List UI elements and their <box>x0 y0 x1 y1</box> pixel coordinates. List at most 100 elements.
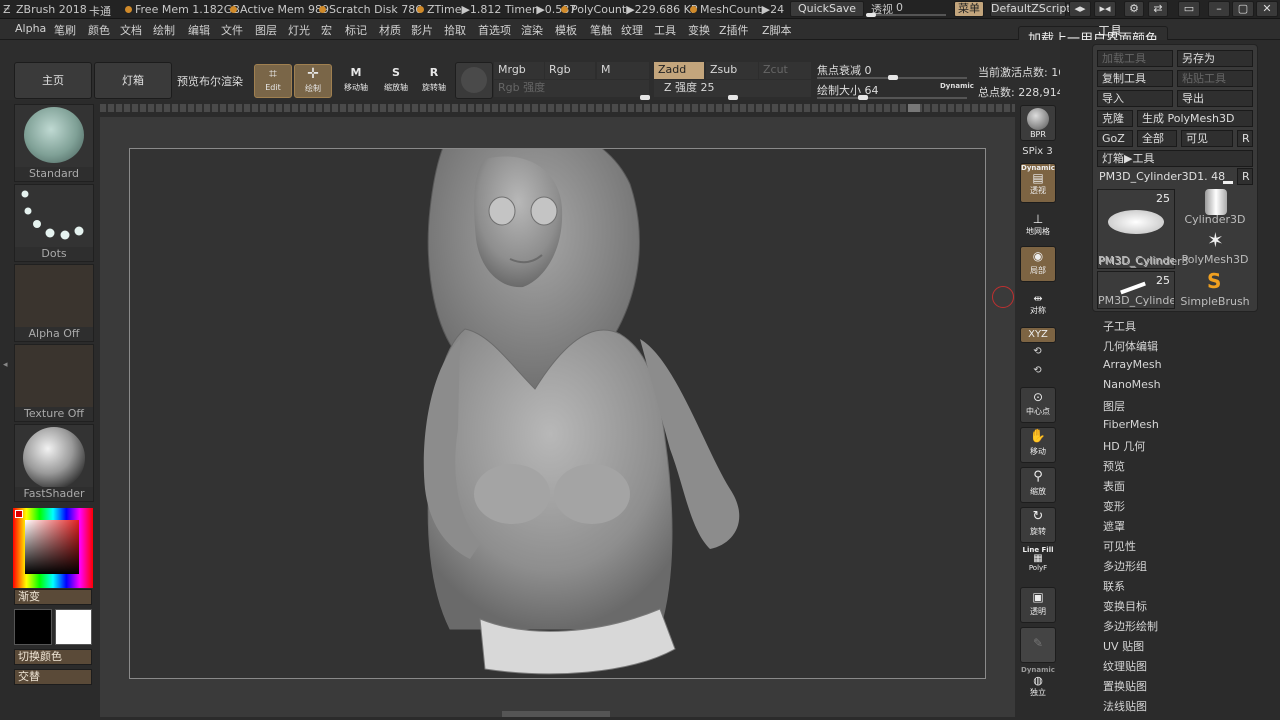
subpalette-item[interactable]: 变形 <box>1103 498 1125 514</box>
material-swatch[interactable] <box>455 62 493 99</box>
subpalette-item[interactable]: NanoMesh <box>1103 378 1161 391</box>
clone-button[interactable]: 克隆 <box>1097 110 1133 127</box>
subpalette-item[interactable]: 纹理贴图 <box>1103 658 1147 674</box>
goz-all-button[interactable]: 全部 <box>1137 130 1177 147</box>
subpalette-item[interactable]: 变换目标 <box>1103 598 1147 614</box>
menu-item[interactable]: 标记 <box>345 22 367 38</box>
subpalette-item[interactable]: HD 几何 <box>1103 438 1145 454</box>
floor-button[interactable]: ⊥ 地网格 <box>1020 212 1056 240</box>
subpalette-item[interactable]: 遮罩 <box>1103 518 1125 534</box>
menu-item[interactable]: 拾取 <box>444 22 466 38</box>
copy-tool-button[interactable]: 复制工具 <box>1097 70 1173 87</box>
draw-button[interactable]: ✛ 绘制 <box>294 64 332 98</box>
primary-color-swatch[interactable] <box>55 609 92 645</box>
color-square[interactable] <box>25 520 79 574</box>
brush-tile[interactable]: Standard <box>14 104 94 182</box>
alpha-tile[interactable]: Alpha Off <box>14 264 94 342</box>
subpalette-item[interactable]: 法线贴图 <box>1103 698 1147 714</box>
settings-icon[interactable]: ⚙ <box>1124 1 1144 17</box>
subpalette-item[interactable]: FiberMesh <box>1103 418 1159 431</box>
rotate-z-icon[interactable]: ⟲ <box>1015 365 1060 376</box>
save-as-button[interactable]: 另存为 <box>1177 50 1253 67</box>
menu-item[interactable]: 文件 <box>221 22 243 38</box>
import-button[interactable]: 导入 <box>1097 90 1173 107</box>
sculpt-model[interactable] <box>130 119 987 680</box>
lock-icon[interactable]: ▭ <box>1178 1 1200 17</box>
menu-button[interactable]: 菜单 <box>954 1 984 17</box>
zcut-button[interactable]: Zcut <box>759 62 811 79</box>
material-tile[interactable]: FastShader <box>14 424 94 502</box>
solo-button[interactable]: Dynamic ◍ 独立 <box>1020 666 1056 704</box>
transparency-slider[interactable] <box>866 14 946 16</box>
tool-thumb-cylinder3d[interactable]: Cylinder3D <box>1177 189 1253 227</box>
menu-item[interactable]: Alpha <box>15 22 46 35</box>
current-tool-slider[interactable]: PM3D_Cylinder3D1. 48 <box>1099 170 1225 183</box>
shelf-scroll-handle[interactable] <box>908 104 920 112</box>
current-tool-r-button[interactable]: R <box>1237 168 1253 185</box>
quicksave-button[interactable]: QuickSave <box>790 1 864 17</box>
local-button[interactable]: ◉ 局部 <box>1020 246 1056 282</box>
subpalette-item[interactable]: 预览 <box>1103 458 1125 474</box>
xyz-button[interactable]: XYZ <box>1020 327 1056 343</box>
layout-right-icon[interactable]: ▸◂ <box>1094 1 1116 17</box>
bpr-preview-button[interactable]: 预览布尔渲染 <box>177 73 243 89</box>
symmetry-button[interactable]: ⇹ 对称 <box>1020 293 1056 319</box>
subpalette-item[interactable]: 可见性 <box>1103 538 1136 554</box>
tool-palette-title[interactable]: 工具 <box>1098 22 1122 39</box>
close-icon[interactable]: ✕ <box>1256 1 1278 17</box>
polyframe-button[interactable]: Line Fill ▦ PolyF <box>1020 546 1056 578</box>
draw-size-knob[interactable] <box>858 95 868 100</box>
transparency-slider-knob[interactable] <box>866 13 876 17</box>
lightbox-button[interactable]: 灯箱 <box>94 62 172 99</box>
shelf-scroll-strip[interactable] <box>100 104 1015 112</box>
menu-item[interactable]: 文档 <box>120 22 142 38</box>
secondary-color-swatch[interactable] <box>14 609 52 645</box>
color-picker[interactable] <box>13 508 93 588</box>
tool-thumb-simplebrush[interactable]: S SimpleBrush <box>1177 269 1253 309</box>
zadd-button[interactable]: Zadd <box>654 62 704 79</box>
goz-visible-button[interactable]: 可见 <box>1181 130 1233 147</box>
make-polymesh-button[interactable]: 生成 PolyMesh3D <box>1137 110 1253 127</box>
alternate-button[interactable]: 交替 <box>14 669 92 685</box>
menu-item[interactable]: 图层 <box>255 22 277 38</box>
goz-r-button[interactable]: R <box>1237 130 1253 147</box>
menu-item[interactable]: 变换 <box>688 22 710 38</box>
current-tool-knob[interactable] <box>1223 181 1233 184</box>
subpalette-item[interactable]: 联系 <box>1103 578 1125 594</box>
menu-item[interactable]: Z脚本 <box>762 22 792 38</box>
pan-button[interactable]: ✋ 移动 <box>1020 427 1056 463</box>
menu-item[interactable]: 模板 <box>555 22 577 38</box>
tool-thumb-pm3d-cylinder-2[interactable]: 25 PM3D_Cylinder3 <box>1097 271 1175 309</box>
draw-size-track[interactable] <box>817 97 967 99</box>
menu-item[interactable]: 笔触 <box>590 22 612 38</box>
persp-button[interactable]: Dynamic ▤ 透视 <box>1020 163 1056 203</box>
subpalette-item[interactable]: UV 贴图 <box>1103 638 1144 654</box>
menu-item[interactable]: 绘制 <box>153 22 175 38</box>
rotate-button[interactable]: R 旋转轴 <box>416 64 452 98</box>
tray-collapse-icon[interactable]: ◂ <box>3 360 8 380</box>
menu-item[interactable]: 颜色 <box>88 22 110 38</box>
menu-item[interactable]: 灯光 <box>288 22 310 38</box>
menu-item[interactable]: 渲染 <box>521 22 543 38</box>
rotate-button[interactable]: ↻ 旋转 <box>1020 507 1056 543</box>
focal-shift-knob[interactable] <box>888 75 898 80</box>
rgb-button[interactable]: Rgb <box>545 62 595 79</box>
rgb-intensity-slider[interactable]: Rgb 强度 <box>494 80 649 97</box>
m-button[interactable]: M <box>597 62 649 79</box>
rgb-intensity-knob[interactable] <box>640 95 650 100</box>
stroke-tile[interactable]: Dots <box>14 184 94 262</box>
subpalette-item[interactable]: ArrayMesh <box>1103 358 1162 371</box>
menu-item[interactable]: 工具 <box>654 22 676 38</box>
rotate-y-icon[interactable]: ⟲ <box>1015 346 1060 357</box>
menu-item[interactable]: 编辑 <box>188 22 210 38</box>
dynamic-label[interactable]: Dynamic <box>940 82 974 90</box>
export-button[interactable]: 导出 <box>1177 90 1253 107</box>
layout-left-icon[interactable]: ◂▸ <box>1069 1 1091 17</box>
mrgb-button[interactable]: Mrgb <box>494 62 544 79</box>
subpalette-item[interactable]: 子工具 <box>1103 318 1136 334</box>
subpalette-item[interactable]: 图层 <box>1103 398 1125 414</box>
zsub-button[interactable]: Zsub <box>706 62 758 79</box>
menu-item[interactable]: 首选项 <box>478 22 511 38</box>
minimize-icon[interactable]: – <box>1208 1 1230 17</box>
canvas-bottom-scroll[interactable] <box>502 711 610 717</box>
